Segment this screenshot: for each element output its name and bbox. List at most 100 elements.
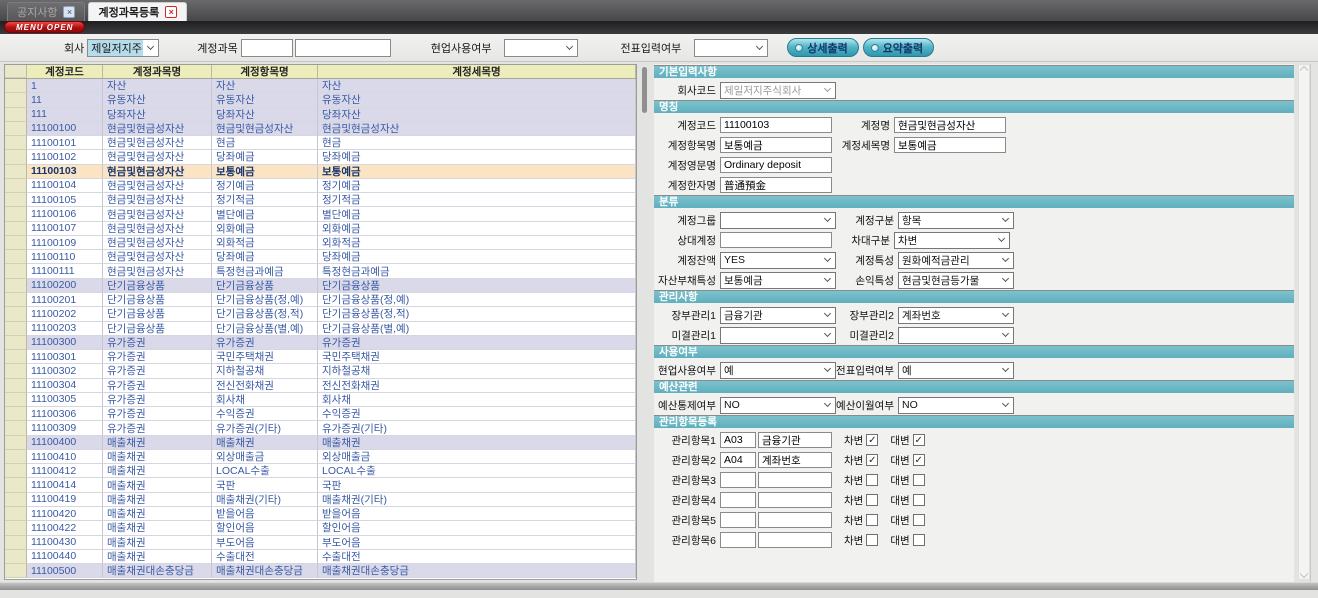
row-selector[interactable]	[5, 336, 27, 350]
table-row[interactable]: 11100400매출채권매출채권매출채권	[5, 436, 636, 450]
mgmt-item-5-code-input[interactable]	[720, 512, 756, 528]
row-selector[interactable]	[5, 207, 27, 221]
table-row[interactable]: 11유동자산유동자산유동자산	[5, 93, 636, 107]
row-selector[interactable]	[5, 507, 27, 521]
mgmt-item-4-credit-checkbox[interactable]	[913, 494, 925, 506]
mgmt-item-6-debit-checkbox[interactable]	[866, 534, 878, 546]
debit-credit-class-select[interactable]: 차변	[894, 232, 1010, 249]
table-row[interactable]: 11100306유가증권수익증권수익증권	[5, 407, 636, 421]
mgmt-item-3-name-input[interactable]	[758, 472, 832, 488]
mgmt-item-5-debit-checkbox[interactable]	[866, 514, 878, 526]
budget-carryover-select[interactable]: NO	[898, 397, 1014, 414]
table-row[interactable]: 11100440매출채권수출대전수출대전	[5, 550, 636, 564]
mgmt-item-2-code-input[interactable]	[720, 452, 756, 468]
table-row[interactable]: 11100202단기금융상품단기금융상품(정,적)단기금융상품(정,적)	[5, 307, 636, 321]
account-code-filter-input[interactable]	[241, 39, 293, 57]
row-selector[interactable]	[5, 393, 27, 407]
book-mgmt-2-select[interactable]: 계좌번호	[898, 307, 1014, 324]
mgmt-item-4-debit-checkbox[interactable]	[866, 494, 878, 506]
row-selector[interactable]	[5, 364, 27, 378]
row-selector[interactable]	[5, 521, 27, 535]
account-english-name-input[interactable]	[720, 157, 832, 173]
table-row[interactable]: 11100422매출채권할인어음할인어음	[5, 521, 636, 535]
table-row[interactable]: 11100304유가증권전신전화채권전신전화채권	[5, 379, 636, 393]
table-row[interactable]: 11100203단기금융상품단기금융상품(별,예)단기금융상품(별,예)	[5, 322, 636, 336]
account-hanja-name-input[interactable]	[720, 177, 832, 193]
account-code-input[interactable]	[720, 117, 832, 133]
table-scrollbar-thumb[interactable]	[642, 67, 647, 113]
table-row[interactable]: 11100100현금및현금성자산현금및현금성자산현금및현금성자산	[5, 122, 636, 136]
table-row[interactable]: 11100103현금및현금성자산보통예금보통예금	[5, 165, 636, 179]
tab-close-icon[interactable]: ×	[165, 6, 177, 18]
row-selector[interactable]	[5, 407, 27, 421]
row-selector[interactable]	[5, 264, 27, 278]
row-selector[interactable]	[5, 79, 27, 93]
account-detail-name-input[interactable]	[894, 137, 1006, 153]
table-row[interactable]: 11100419매출채권매출채권(기타)매출채권(기타)	[5, 493, 636, 507]
table-row[interactable]: 11100107현금및현금성자산외화예금외화예금	[5, 222, 636, 236]
table-row[interactable]: 11100410매출채권외상매출금외상매출금	[5, 450, 636, 464]
mgmt-item-1-credit-checkbox[interactable]: ✓	[913, 434, 925, 446]
row-selector[interactable]	[5, 279, 27, 293]
profit-loss-attribute-select[interactable]: 현금및현금등가물	[898, 272, 1014, 289]
account-name-input[interactable]	[894, 117, 1006, 133]
table-row[interactable]: 11100305유가증권회사채회사채	[5, 393, 636, 407]
row-selector[interactable]	[5, 322, 27, 336]
row-selector[interactable]	[5, 236, 27, 250]
mgmt-item-1-debit-checkbox[interactable]: ✓	[866, 434, 878, 446]
account-name-filter-input[interactable]	[295, 39, 391, 57]
field-use-select[interactable]	[504, 39, 578, 57]
table-row[interactable]: 11100201단기금융상품단기금융상품(정,예)단기금융상품(정,예)	[5, 293, 636, 307]
account-balance-select[interactable]: YES	[720, 252, 836, 269]
row-selector[interactable]	[5, 350, 27, 364]
asset-liability-attribute-select[interactable]: 보통예금	[720, 272, 836, 289]
mgmt-item-4-code-input[interactable]	[720, 492, 756, 508]
mgmt-item-3-code-input[interactable]	[720, 472, 756, 488]
row-selector[interactable]	[5, 564, 27, 578]
mgmt-item-4-name-input[interactable]	[758, 492, 832, 508]
row-selector[interactable]	[5, 493, 27, 507]
row-selector[interactable]	[5, 536, 27, 550]
detail-print-button[interactable]: 상세출력	[787, 38, 858, 57]
mgmt-item-5-name-input[interactable]	[758, 512, 832, 528]
field-use-select[interactable]: 예	[720, 362, 836, 379]
table-row[interactable]: 11100414매출채권국판국판	[5, 478, 636, 492]
table-row[interactable]: 11100104현금및현금성자산정기예금정기예금	[5, 179, 636, 193]
row-selector[interactable]	[5, 436, 27, 450]
summary-print-button[interactable]: 요약출력	[863, 38, 934, 57]
row-selector[interactable]	[5, 550, 27, 564]
menu-open-button[interactable]: MENU OPEN	[4, 21, 85, 33]
table-row[interactable]: 11100500매출채권대손충당금매출채권대손충당금매출채권대손충당금	[5, 564, 636, 578]
mgmt-item-3-credit-checkbox[interactable]	[913, 474, 925, 486]
row-selector[interactable]	[5, 193, 27, 207]
scroll-up-icon[interactable]	[1300, 66, 1308, 74]
account-group-select[interactable]	[720, 212, 836, 229]
table-row[interactable]: 11100111현금및현금성자산특정현금과예금특정현금과예금	[5, 264, 636, 278]
mgmt-item-6-code-input[interactable]	[720, 532, 756, 548]
account-item-name-input[interactable]	[720, 137, 832, 153]
table-row[interactable]: 1자산자산자산	[5, 79, 636, 93]
table-scrollbar[interactable]	[637, 64, 651, 590]
table-row[interactable]: 11100102현금및현금성자산당좌예금당좌예금	[5, 150, 636, 164]
row-selector[interactable]	[5, 293, 27, 307]
mgmt-item-3-debit-checkbox[interactable]	[866, 474, 878, 486]
counter-account-input[interactable]	[720, 232, 832, 248]
row-selector[interactable]	[5, 93, 27, 107]
book-mgmt-1-select[interactable]: 금융기관	[720, 307, 836, 324]
mgmt-item-6-name-input[interactable]	[758, 532, 832, 548]
tab-close-icon[interactable]: ×	[63, 6, 75, 18]
pending-mgmt-1-select[interactable]	[720, 327, 836, 344]
table-row[interactable]: 11100309유가증권유가증권(기타)유가증권(기타)	[5, 421, 636, 435]
row-selector[interactable]	[5, 122, 27, 136]
tab-inactive[interactable]: 공지사항×	[7, 2, 85, 21]
budget-control-select[interactable]: NO	[720, 397, 836, 414]
row-selector[interactable]	[5, 464, 27, 478]
panel-scrollbar[interactable]	[1298, 64, 1310, 580]
row-selector[interactable]	[5, 179, 27, 193]
table-row[interactable]: 11100200단기금융상품단기금융상품단기금융상품	[5, 279, 636, 293]
table-row[interactable]: 11100301유가증권국민주택채권국민주택채권	[5, 350, 636, 364]
mgmt-item-6-credit-checkbox[interactable]	[913, 534, 925, 546]
table-row[interactable]: 11100101현금및현금성자산현금현금	[5, 136, 636, 150]
account-attribute-select[interactable]: 원화예적금관리	[898, 252, 1014, 269]
table-row[interactable]: 11100302유가증권지하철공채지하철공채	[5, 364, 636, 378]
